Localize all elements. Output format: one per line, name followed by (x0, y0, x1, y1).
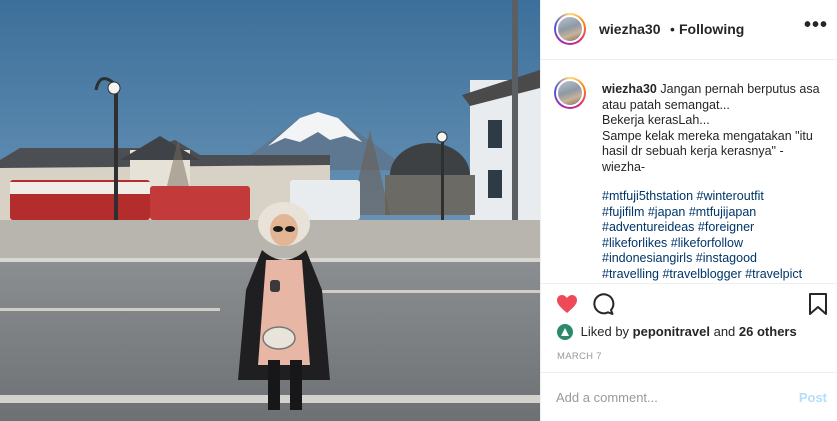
liked-by-prefix: Liked by (580, 324, 630, 339)
instagram-post: wiezha30 • Following ••• wiezha30 Jangan… (0, 0, 837, 421)
hashtag-line[interactable]: #mtfuji5thstation #winteroutfit (602, 189, 824, 205)
photo-mt-fuji-scene (0, 0, 540, 421)
caption-line: wiezha30 Jangan pernah berputus asa (602, 82, 824, 98)
caption-line: wiezha- (602, 159, 646, 174)
caption-line: atau patah semangat... (602, 97, 730, 112)
action-bar (541, 288, 837, 324)
bookmark-icon[interactable] (807, 292, 829, 321)
following-button[interactable]: Following (679, 21, 744, 37)
avatar-image (556, 15, 584, 43)
hashtag-line[interactable]: #indonesiangirls #instagood (602, 251, 824, 267)
liker-username-link[interactable]: peponitravel (633, 324, 710, 339)
caption-line: Sampe kelak mereka mengatakan "itu (602, 128, 813, 143)
hashtag-line[interactable]: #likeforlikes #likeforfollow (602, 236, 824, 252)
hashtag-line[interactable]: #adventureideas #foreigner (602, 220, 824, 236)
caption-line: Bekerja kerasLah... (602, 113, 710, 127)
post-header: wiezha30 • Following ••• (541, 0, 837, 60)
caption-line: hasil dr sebuah kerja kerasnya" - (602, 144, 784, 158)
avatar[interactable] (554, 13, 586, 45)
post-side-panel: wiezha30 • Following ••• wiezha30 Jangan… (540, 0, 837, 421)
caption-text: wiezha30 Jangan pernah berputus asa atau… (602, 82, 824, 282)
hashtags: #mtfuji5thstation #winteroutfit #fujifil… (602, 189, 824, 282)
comment-box: Add a comment... Post (541, 372, 837, 421)
post-comment-button[interactable]: Post (799, 390, 827, 405)
caption-username[interactable]: wiezha30 (602, 82, 657, 96)
comment-input[interactable]: Add a comment... (556, 390, 658, 405)
caption-avatar[interactable] (554, 77, 586, 109)
likes-summary: Liked by peponitravel and 26 others (557, 323, 797, 341)
more-options-icon[interactable]: ••• (804, 14, 828, 37)
comment-icon[interactable] (591, 292, 615, 321)
avatar-image (556, 79, 584, 107)
heart-icon[interactable] (555, 292, 579, 321)
caption-section[interactable]: wiezha30 Jangan pernah berputus asa atau… (541, 60, 837, 284)
liker-avatar-icon[interactable] (557, 323, 573, 340)
caption-line-text: Jangan pernah berputus asa (660, 82, 820, 96)
post-date[interactable]: MARCH 7 (557, 351, 602, 362)
liked-by-and: and (713, 324, 736, 339)
separator-dot: • (670, 21, 675, 37)
hashtag-line[interactable]: #fujifilm #japan #mtfujijapan (602, 205, 824, 221)
username-link[interactable]: wiezha30 (599, 21, 660, 37)
post-photo[interactable] (0, 0, 540, 421)
hashtag-line[interactable]: #travelling #travelblogger #travelpict (602, 267, 824, 283)
likes-others-link[interactable]: 26 others (739, 324, 797, 339)
